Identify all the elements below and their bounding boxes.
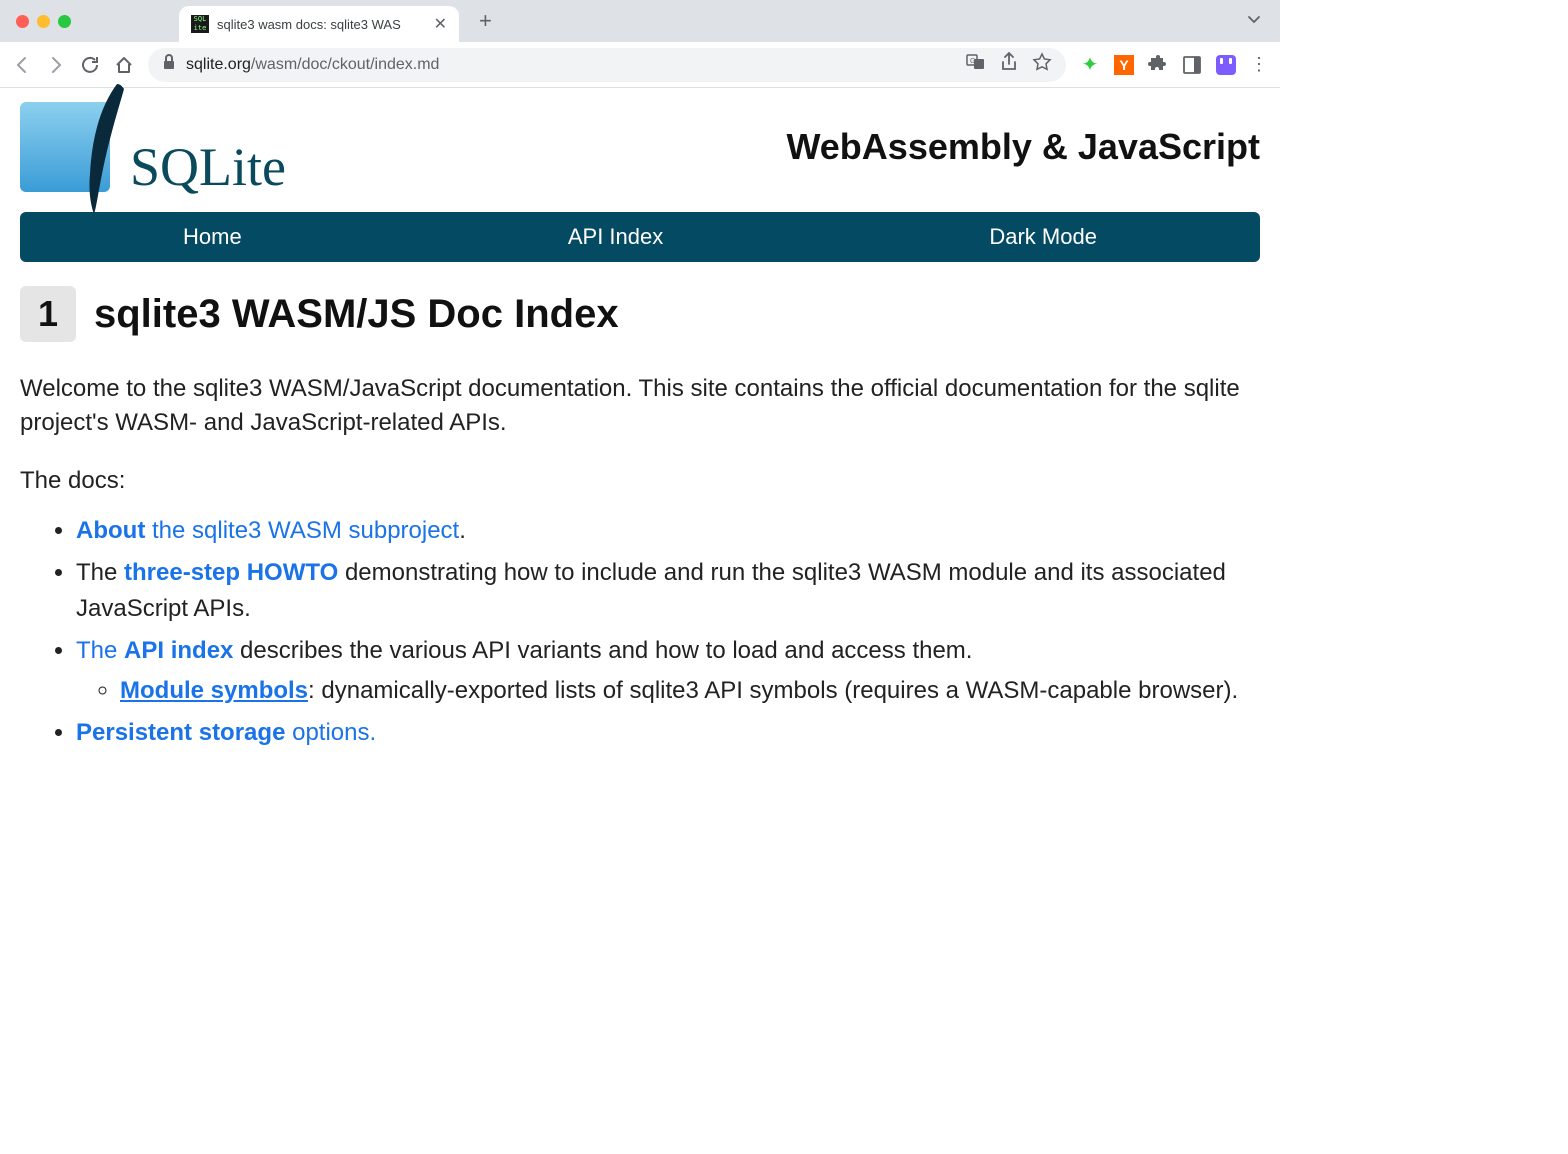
url-text: sqlite.org/wasm/doc/ckout/index.md bbox=[186, 56, 439, 74]
tab-close-icon[interactable]: ✕ bbox=[434, 14, 447, 34]
persistent-storage-link[interactable]: Persistent storage options. bbox=[76, 719, 376, 746]
close-window-icon[interactable] bbox=[16, 15, 29, 28]
docs-label: The docs: bbox=[20, 467, 1260, 495]
extensions-menu-icon[interactable] bbox=[1148, 55, 1168, 75]
section-title: sqlite3 WASM/JS Doc Index bbox=[94, 292, 619, 337]
feather-icon bbox=[82, 84, 128, 214]
address-bar[interactable]: sqlite.org/wasm/doc/ckout/index.md G bbox=[148, 48, 1066, 82]
page-content: SQLite WebAssembly & JavaScript Home API… bbox=[0, 88, 1280, 765]
module-symbols-link[interactable]: Module symbols bbox=[120, 677, 308, 704]
address-bar-icons: G bbox=[966, 52, 1052, 77]
share-icon[interactable] bbox=[1000, 52, 1018, 77]
sqlite-logo[interactable]: SQLite bbox=[20, 102, 286, 192]
list-item: Persistent storage options. bbox=[76, 715, 1260, 751]
favicon-icon: SQLite bbox=[191, 15, 209, 33]
browser-tab[interactable]: SQLite sqlite3 wasm docs: sqlite3 WAS ✕ bbox=[179, 6, 459, 42]
translate-icon[interactable]: G bbox=[966, 52, 986, 77]
logo-text: SQLite bbox=[130, 136, 286, 198]
toolbar: sqlite.org/wasm/doc/ckout/index.md G ✦ Y bbox=[0, 42, 1280, 88]
window-controls bbox=[16, 15, 71, 28]
svg-text:G: G bbox=[970, 58, 975, 65]
navbar: Home API Index Dark Mode bbox=[20, 212, 1260, 262]
home-button[interactable] bbox=[114, 55, 134, 75]
api-index-link[interactable]: The API index bbox=[76, 637, 233, 664]
extension-purple-icon[interactable] bbox=[1216, 55, 1236, 75]
extension-icons: ✦ Y ⋮ bbox=[1080, 54, 1268, 75]
browser-menu-icon[interactable]: ⋮ bbox=[1250, 54, 1268, 75]
about-link[interactable]: About the sqlite3 WASM subproject bbox=[76, 517, 459, 544]
section-number: 1 bbox=[20, 286, 76, 342]
list-item: About the sqlite3 WASM subproject. bbox=[76, 513, 1260, 549]
page-header: SQLite WebAssembly & JavaScript bbox=[0, 88, 1280, 202]
extension-green-star-icon[interactable]: ✦ bbox=[1080, 55, 1100, 75]
side-panel-icon[interactable] bbox=[1182, 55, 1202, 75]
lock-icon bbox=[162, 54, 176, 75]
minimize-window-icon[interactable] bbox=[37, 15, 50, 28]
bookmark-star-icon[interactable] bbox=[1032, 52, 1052, 77]
tab-bar: SQLite sqlite3 wasm docs: sqlite3 WAS ✕ … bbox=[0, 0, 1280, 42]
docs-list: About the sqlite3 WASM subproject. The t… bbox=[20, 513, 1260, 751]
main-content: 1 sqlite3 WASM/JS Doc Index Welcome to t… bbox=[0, 272, 1280, 765]
maximize-window-icon[interactable] bbox=[58, 15, 71, 28]
back-button[interactable] bbox=[12, 55, 32, 75]
howto-link[interactable]: three-step HOWTO bbox=[124, 559, 338, 586]
list-item: The three-step HOWTO demonstrating how t… bbox=[76, 555, 1260, 627]
nav-dark-mode[interactable]: Dark Mode bbox=[989, 224, 1097, 250]
page-title: WebAssembly & JavaScript bbox=[786, 126, 1260, 168]
logo-box-icon bbox=[20, 102, 110, 192]
intro-paragraph: Welcome to the sqlite3 WASM/JavaScript d… bbox=[20, 372, 1260, 439]
extension-hn-icon[interactable]: Y bbox=[1114, 55, 1134, 75]
tab-title: sqlite3 wasm docs: sqlite3 WAS bbox=[217, 17, 426, 32]
list-item: The API index describes the various API … bbox=[76, 633, 1260, 709]
nav-home[interactable]: Home bbox=[183, 224, 242, 250]
new-tab-button[interactable]: + bbox=[467, 8, 504, 34]
browser-chrome: SQLite sqlite3 wasm docs: sqlite3 WAS ✕ … bbox=[0, 0, 1280, 88]
list-item: Module symbols: dynamically-exported lis… bbox=[120, 673, 1260, 709]
tabs-chevron-icon[interactable] bbox=[1238, 11, 1270, 32]
section-heading: 1 sqlite3 WASM/JS Doc Index bbox=[20, 286, 1260, 342]
reload-button[interactable] bbox=[80, 55, 100, 75]
forward-button[interactable] bbox=[46, 55, 66, 75]
nav-api-index[interactable]: API Index bbox=[568, 224, 663, 250]
